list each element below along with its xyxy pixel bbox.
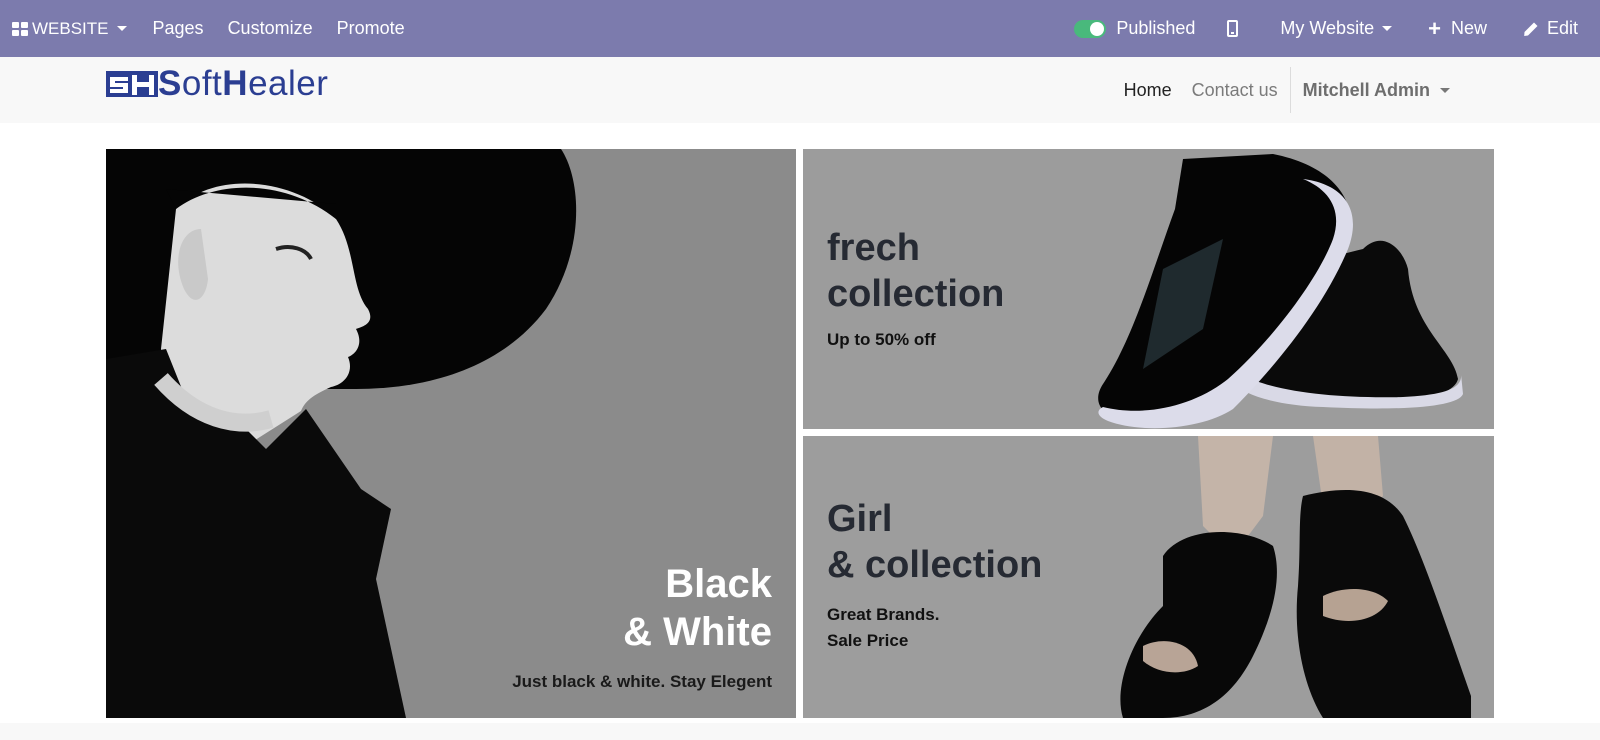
new-label: New xyxy=(1450,18,1487,38)
banner-tr-title-line2: collection xyxy=(827,273,1005,315)
user-menu[interactable]: Mitchell Admin xyxy=(1293,70,1460,110)
website-switcher[interactable]: My Website xyxy=(1268,0,1404,57)
banner-frech-collection[interactable]: frech collection Up to 50% off xyxy=(803,149,1494,429)
admin-menu-right: Published My Website + New Edit xyxy=(1062,0,1600,57)
menu-customize[interactable]: Customize xyxy=(216,0,325,57)
banner-left-subtitle: Just black & white. Stay Elegent xyxy=(512,672,772,691)
website-app-menu[interactable]: WEBSITE xyxy=(0,0,141,57)
pencil-icon xyxy=(1524,22,1538,36)
banner-left-title-line2: & White xyxy=(623,610,772,654)
edit-button[interactable]: Edit xyxy=(1499,0,1600,57)
user-name: Mitchell Admin xyxy=(1302,79,1430,100)
plus-icon: + xyxy=(1428,15,1441,41)
banner-tr-subtitle: Up to 50% off xyxy=(827,330,936,349)
publish-toggle[interactable]: Published xyxy=(1062,0,1207,57)
mobile-preview-button[interactable] xyxy=(1207,0,1268,57)
page-bottom-strip xyxy=(0,723,1600,740)
banner-girl-collection[interactable]: Girl & collection Great Brands. Sale Pri… xyxy=(803,436,1494,718)
new-button[interactable]: + New xyxy=(1404,0,1499,57)
banner-tr-caption: frech collection Up to 50% off xyxy=(827,225,1004,353)
site-header: SoftHealer Home Contact us Mitchell Admi… xyxy=(0,57,1600,123)
toggle-icon xyxy=(1074,19,1107,38)
softhealer-logo[interactable]: SoftHealer xyxy=(106,64,329,103)
banner-br-caption: Girl & collection Great Brands. Sale Pri… xyxy=(827,496,1042,654)
apps-grid-icon xyxy=(12,21,28,36)
caret-down-icon xyxy=(1440,87,1450,93)
website-app-label: WEBSITE xyxy=(32,18,109,38)
published-label: Published xyxy=(1116,18,1196,38)
caret-down-icon xyxy=(1382,26,1393,31)
banner-br-title-line1: Girl xyxy=(827,498,893,540)
main-nav: Home Contact us Mitchell Admin xyxy=(1114,57,1460,123)
logo-text: SoftHealer xyxy=(158,64,329,103)
banner-left-caption: Black & White Just black & white. Stay E… xyxy=(512,560,772,692)
nav-contact-us[interactable]: Contact us xyxy=(1182,70,1288,110)
banner-tr-title-line1: frech xyxy=(827,227,920,269)
admin-navbar: WEBSITE Pages Customize Promote Publishe… xyxy=(0,0,1600,57)
softhealer-logo-mark xyxy=(106,71,158,97)
banner-black-white[interactable]: Black & White Just black & white. Stay E… xyxy=(106,149,796,718)
caret-down-icon xyxy=(116,26,127,31)
banner-br-subtitle-line2: Sale Price xyxy=(827,631,909,650)
admin-menu-left: WEBSITE Pages Customize Promote xyxy=(0,0,417,57)
edit-label: Edit xyxy=(1546,18,1578,38)
mobile-preview-icon xyxy=(1227,20,1239,37)
banner-br-subtitle-line1: Great Brands. xyxy=(827,605,940,624)
website-switcher-label: My Website xyxy=(1280,18,1375,38)
menu-pages[interactable]: Pages xyxy=(141,0,216,57)
banner-br-title-line2: & collection xyxy=(827,544,1043,586)
menu-promote[interactable]: Promote xyxy=(325,0,417,57)
banner-left-title-line1: Black xyxy=(665,562,772,606)
nav-divider xyxy=(1289,67,1291,113)
nav-home[interactable]: Home xyxy=(1114,70,1182,110)
